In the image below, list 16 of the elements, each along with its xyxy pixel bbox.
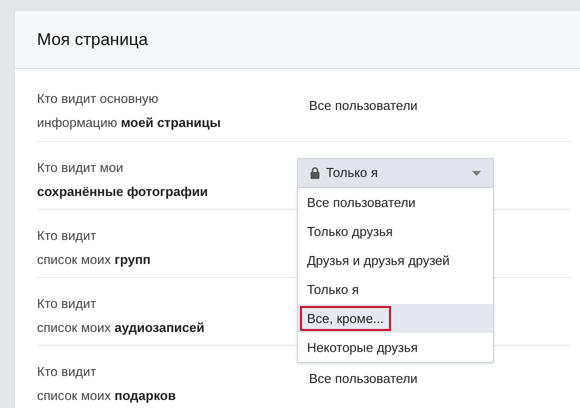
caret-icon	[472, 170, 481, 176]
lock-icon	[310, 167, 320, 179]
setting-label: Кто видит список моих групп	[37, 228, 151, 267]
dropdown-option[interactable]: Все пользователи	[301, 190, 422, 214]
setting-label: Кто видит список моих подарков	[37, 364, 176, 403]
dropdown-option[interactable]: Только друзья	[301, 220, 399, 244]
page-title: Моя страница	[37, 28, 148, 51]
dropdown-option[interactable]: Некоторые друзья	[301, 336, 424, 360]
setting-label: Кто видит список моих аудиозаписей	[37, 296, 204, 335]
setting-label: Кто видит мои сохранённые фотографии	[37, 160, 208, 199]
dropdown-option[interactable]: Друзья и друзья друзей	[301, 248, 456, 272]
setting-value[interactable]: Все пользователи	[309, 96, 418, 116]
dropdown-option[interactable]: Только я	[301, 278, 365, 302]
privacy-dropdown[interactable]: Только я	[297, 158, 494, 188]
setting-value[interactable]: Все пользователи	[309, 369, 418, 388]
setting-label: Кто видит основную информацию моей страницы	[37, 91, 221, 130]
